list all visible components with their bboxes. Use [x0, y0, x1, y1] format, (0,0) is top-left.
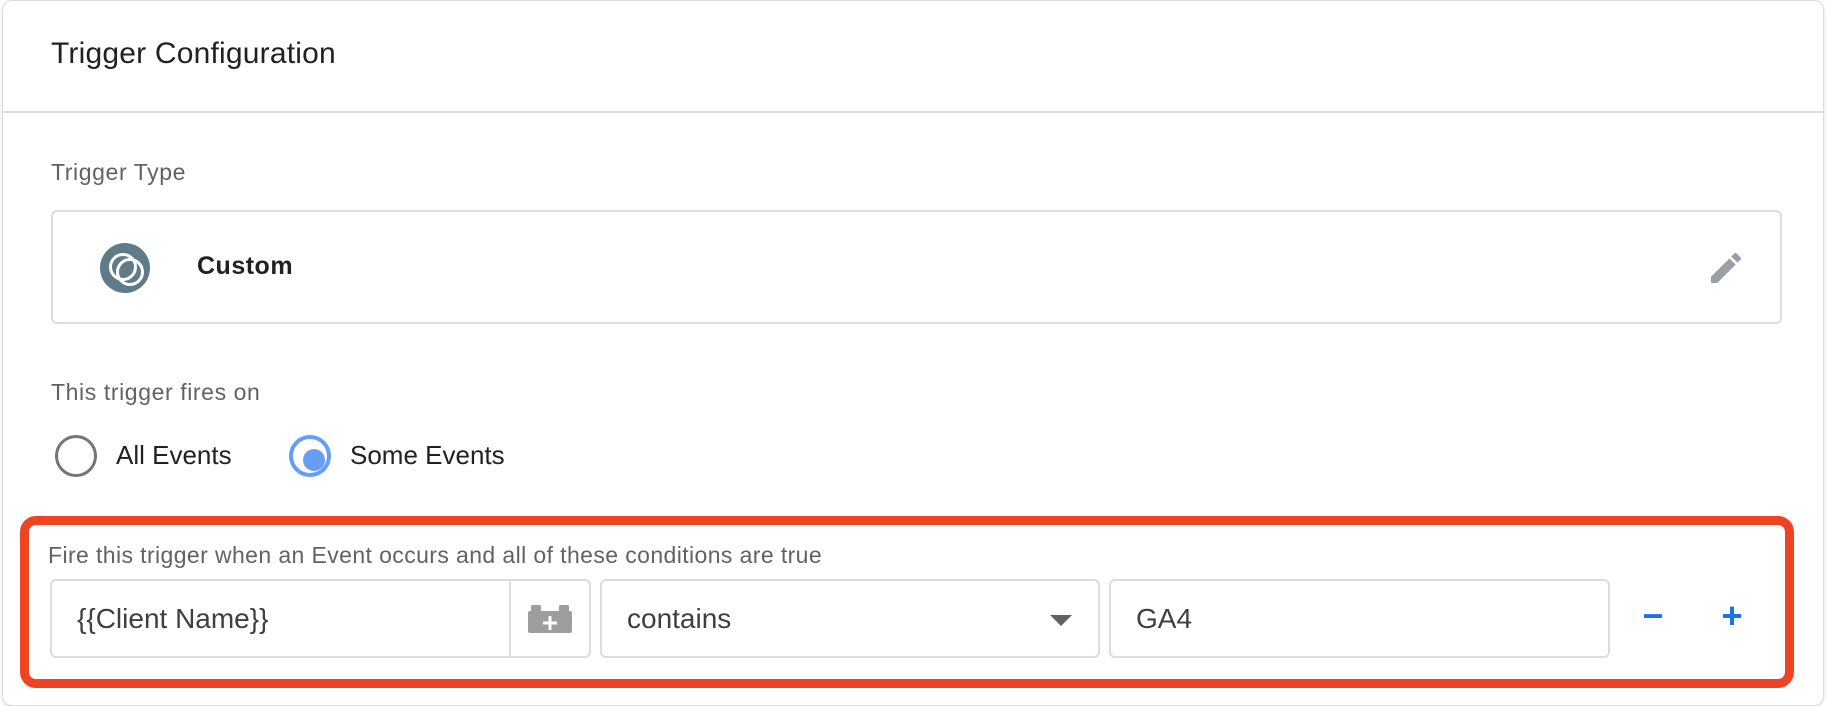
- pencil-icon[interactable]: [1706, 248, 1746, 288]
- variable-field[interactable]: {{Client Name}}: [50, 579, 511, 658]
- card-header: Trigger Configuration: [3, 1, 1823, 113]
- radio-selected-dot: [303, 449, 325, 471]
- radio-all-events[interactable]: All Events: [55, 435, 245, 477]
- condition-value-text: GA4: [1136, 603, 1193, 634]
- condition-value-input[interactable]: GA4: [1109, 579, 1610, 658]
- operator-select-value: contains: [627, 603, 732, 634]
- remove-condition-button[interactable]: −: [1631, 596, 1675, 640]
- radio-some-events-circle: [289, 435, 331, 477]
- trigger-type-label: Trigger Type: [51, 159, 187, 185]
- radio-some-events-label: Some Events: [350, 440, 505, 470]
- fires-on-label: This trigger fires on: [51, 379, 261, 405]
- radio-all-events-label: All Events: [116, 440, 232, 470]
- radio-all-events-circle: [55, 435, 97, 477]
- condition-description: Fire this trigger when an Event occurs a…: [48, 542, 823, 568]
- operator-select[interactable]: contains: [600, 579, 1100, 658]
- add-condition-button[interactable]: +: [1710, 596, 1754, 640]
- variable-field-value: {{Client Name}}: [77, 603, 269, 634]
- chevron-down-icon: [1050, 615, 1072, 626]
- card-title: Trigger Configuration: [51, 37, 336, 70]
- radio-some-events[interactable]: Some Events: [289, 435, 529, 477]
- trigger-type-selector[interactable]: Custom: [51, 210, 1782, 324]
- variable-picker-button[interactable]: [509, 579, 591, 658]
- custom-event-icon-ring-b: [116, 258, 144, 286]
- trigger-type-name: Custom: [197, 252, 294, 280]
- page: Trigger Configuration Trigger Type Custo…: [0, 0, 1830, 706]
- variable-block-plus-icon: [528, 605, 572, 633]
- custom-event-icon: [100, 243, 150, 293]
